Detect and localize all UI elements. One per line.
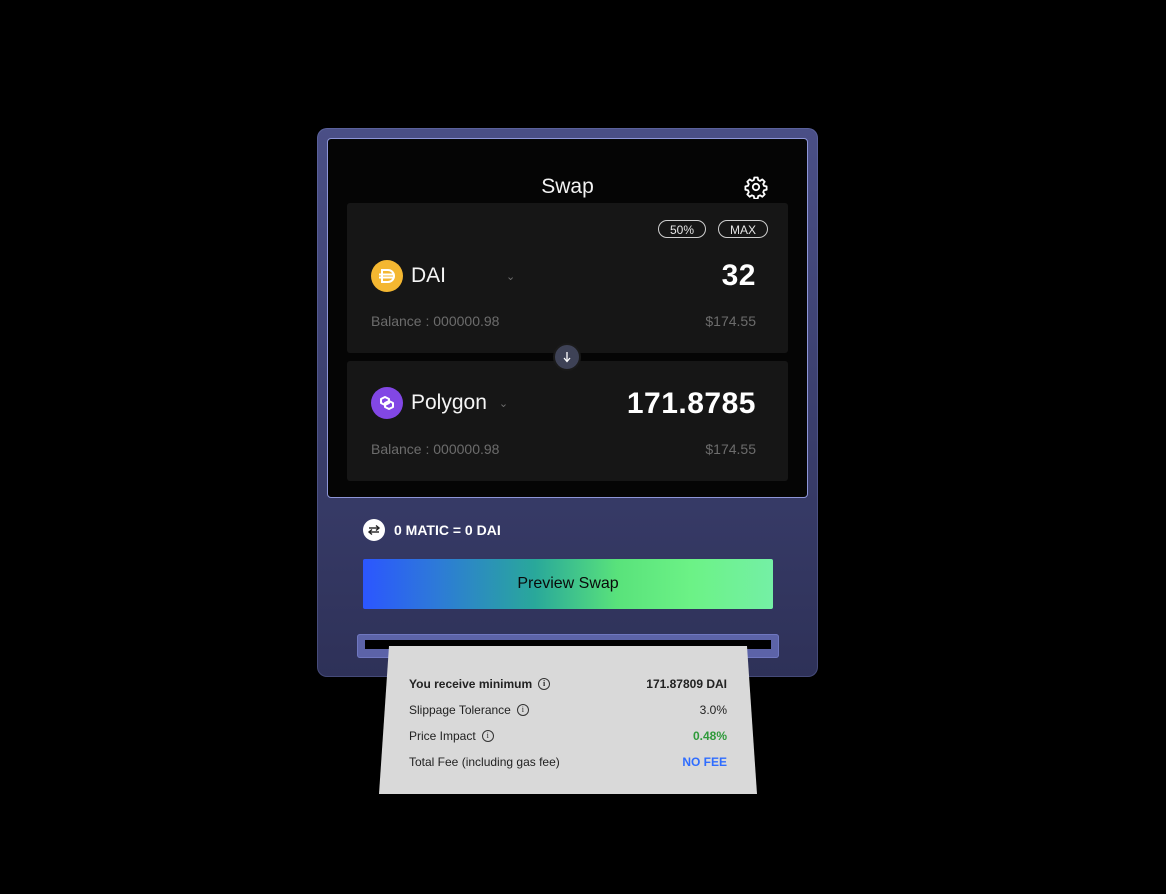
switch-direction-button[interactable] (553, 343, 581, 371)
percent-50-button[interactable]: 50% (658, 220, 707, 238)
info-icon[interactable]: i (538, 678, 551, 690)
max-button[interactable]: MAX (718, 220, 769, 238)
from-usd-value: $174.55 (705, 313, 756, 329)
to-token-name: Polygon (411, 391, 487, 414)
from-token-name: DAI (411, 264, 447, 287)
swap-arrows-icon[interactable] (363, 519, 385, 541)
to-amount-value: 171.8785 (626, 387, 756, 420)
to-usd-value: $174.55 (705, 441, 756, 457)
receipt-row-slippage: Slippage Tolerance i 3.0% (409, 703, 727, 717)
receipt-value: 3.0% (699, 703, 727, 717)
swap-screen: Swap 50% MAX DAI ⌄ 32 Balance : 000000.9… (327, 138, 808, 498)
receipt-label: Total Fee (including gas fee) (409, 755, 560, 769)
dai-logo-icon (371, 260, 403, 292)
receipt-row-min-receive: You receive minimum i 171.87809 DAI (409, 677, 727, 691)
info-icon[interactable]: i (516, 704, 529, 716)
receipt-label: Price Impact (409, 729, 476, 743)
receipt-value: 0.48% (692, 729, 727, 743)
receipt-row-total-fee: Total Fee (including gas fee) NO FEE (409, 755, 727, 769)
exchange-rate-text: 0 MATIC = 0 DAI (394, 522, 501, 538)
exchange-rate: 0 MATIC = 0 DAI (363, 519, 501, 541)
to-token-panel: Polygon ⌄ 171.8785 Balance : 000000.98 $… (347, 361, 788, 481)
swap-receipt: You receive minimum i 171.87809 DAI Slipp… (379, 646, 757, 794)
from-token-select[interactable]: DAI ⌄ (371, 260, 515, 292)
chevron-down-icon: ⌄ (498, 397, 509, 410)
receipt-value: NO FEE (682, 755, 727, 769)
from-token-panel: 50% MAX DAI ⌄ 32 Balance : 000000.98 $17… (347, 203, 788, 353)
receipt-label: Slippage Tolerance (409, 703, 511, 717)
arrow-down-icon (563, 352, 571, 363)
info-icon[interactable]: i (481, 730, 494, 742)
receipt-value: 171.87809 DAI (646, 677, 727, 691)
receipt-label: You receive minimum (409, 677, 533, 691)
page-title: Swap (541, 175, 594, 198)
receipt-row-price-impact: Price Impact i 0.48% (409, 729, 727, 743)
from-amount-input[interactable]: 32 (722, 259, 756, 293)
to-balance: Balance : 000000.98 (371, 441, 500, 457)
swap-widget: Swap 50% MAX DAI ⌄ 32 Balance : 000000.9… (317, 128, 818, 677)
preview-swap-button[interactable]: Preview Swap (363, 559, 773, 609)
chevron-down-icon: ⌄ (506, 270, 516, 283)
from-balance: Balance : 000000.98 (371, 313, 500, 329)
polygon-logo-icon (371, 387, 403, 419)
gear-icon[interactable] (744, 175, 768, 199)
to-token-select[interactable]: Polygon ⌄ (371, 387, 508, 419)
